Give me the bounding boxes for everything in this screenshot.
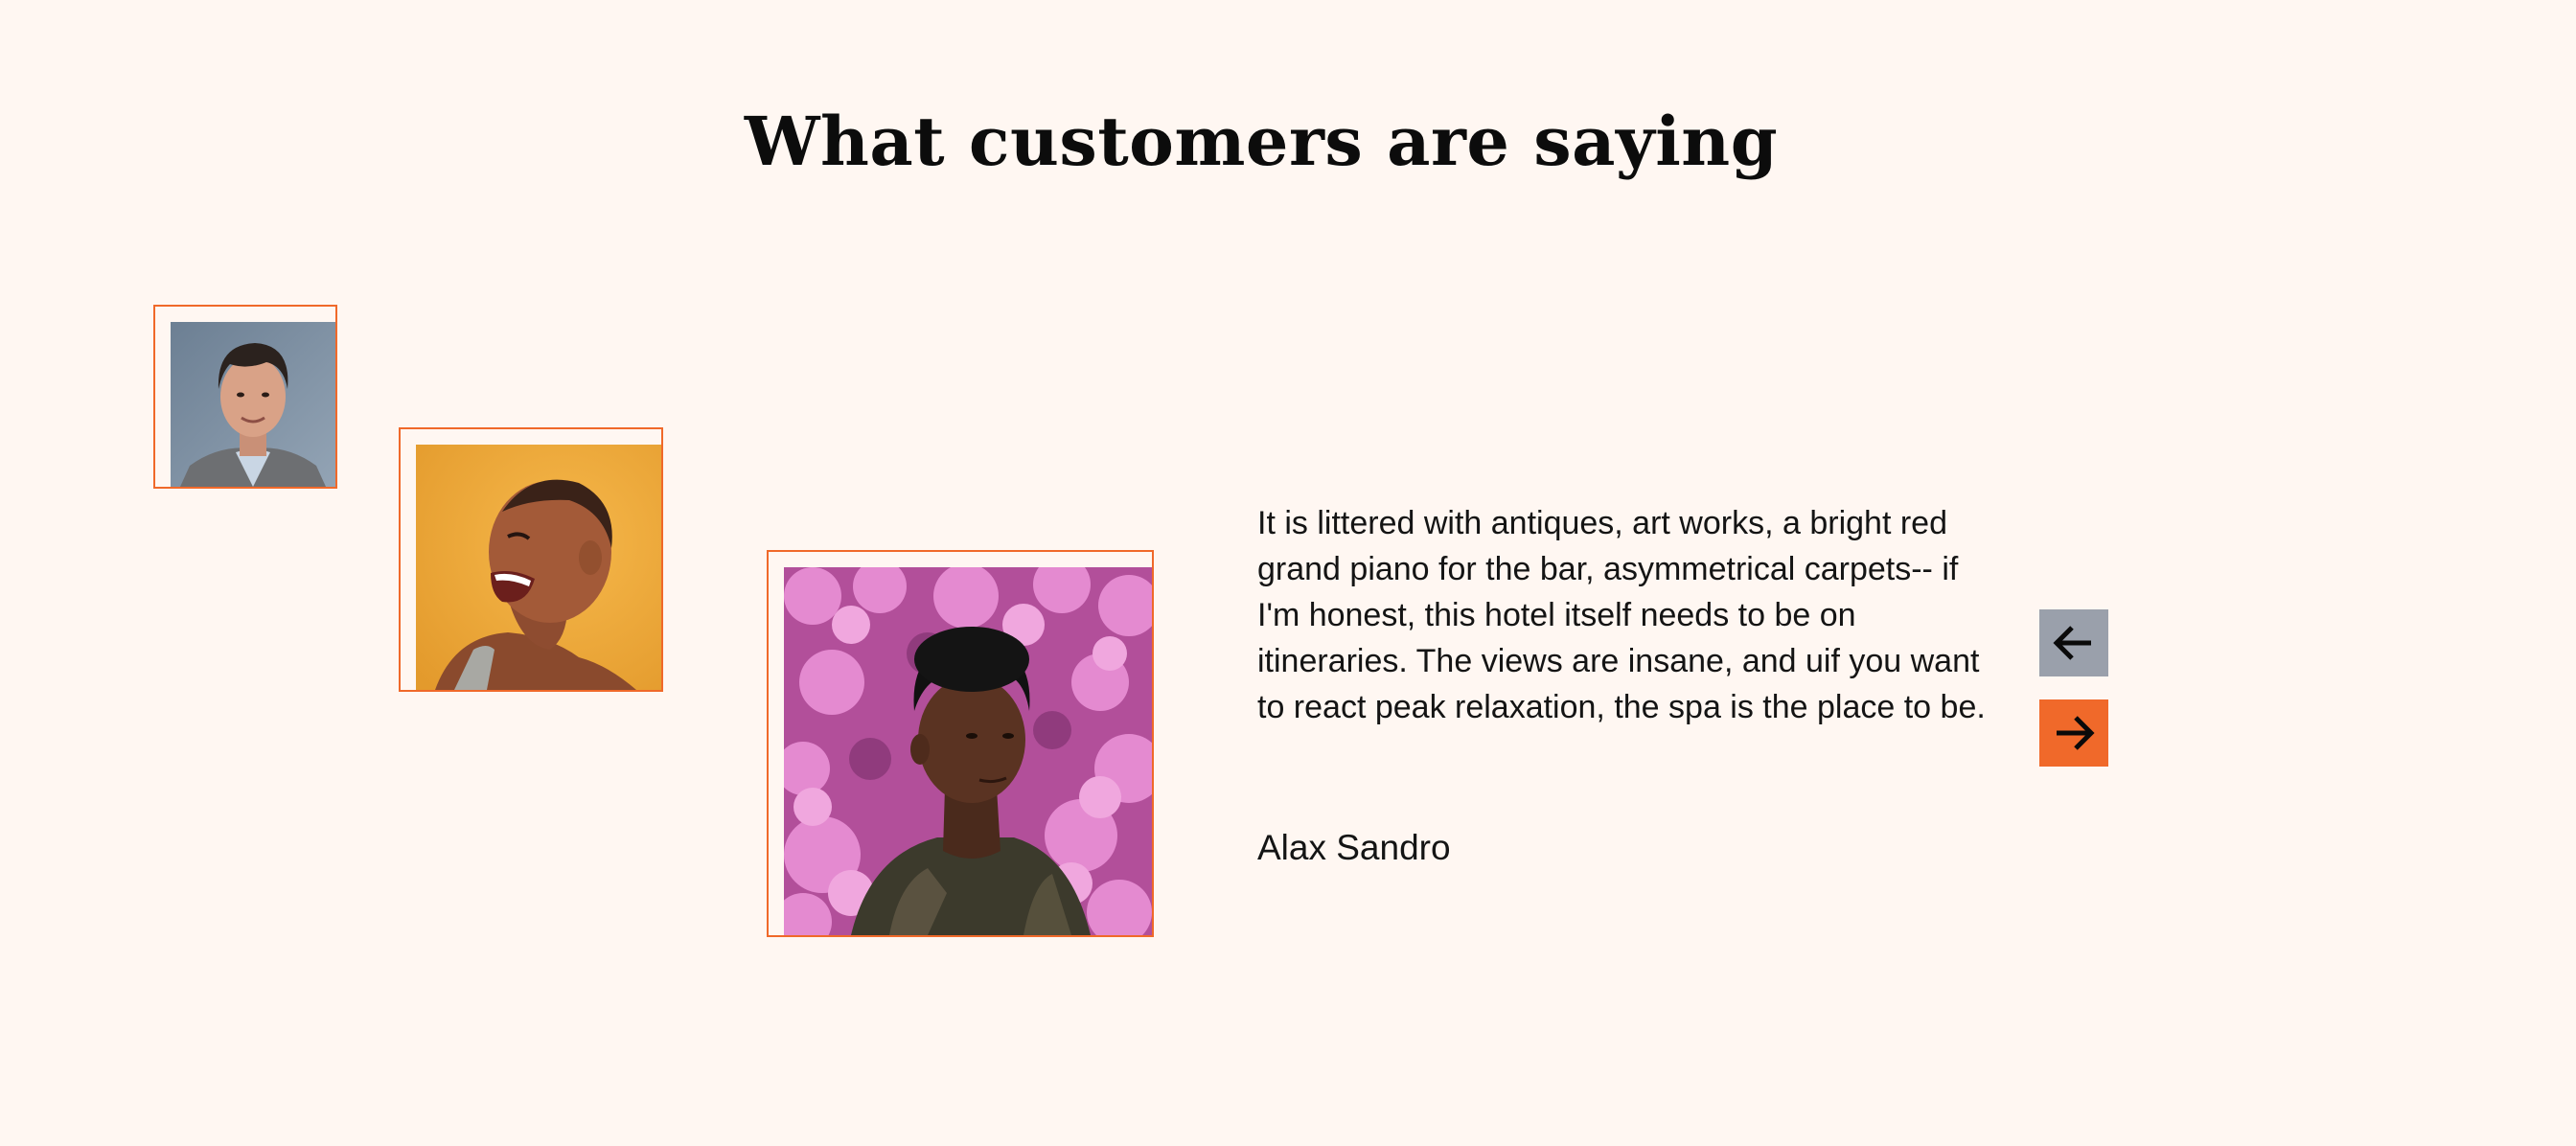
man-in-flowers-icon <box>784 567 1152 935</box>
section-heading: What customers are saying <box>744 102 1779 181</box>
next-testimonial-button[interactable] <box>2039 699 2108 767</box>
woman-laughing-icon <box>416 445 661 690</box>
testimonial-author: Alax Sandro <box>1257 828 1451 867</box>
avatar-2[interactable] <box>416 445 661 690</box>
arrow-right-icon <box>2057 716 2095 750</box>
testimonial-quote: It is littered with antiques, art works,… <box>1257 505 1986 725</box>
man-portrait-icon <box>171 322 335 487</box>
arrow-left-icon <box>2053 626 2091 660</box>
avatar-3[interactable] <box>784 567 1152 935</box>
avatar-1[interactable] <box>171 322 335 487</box>
previous-testimonial-button[interactable] <box>2039 609 2108 676</box>
